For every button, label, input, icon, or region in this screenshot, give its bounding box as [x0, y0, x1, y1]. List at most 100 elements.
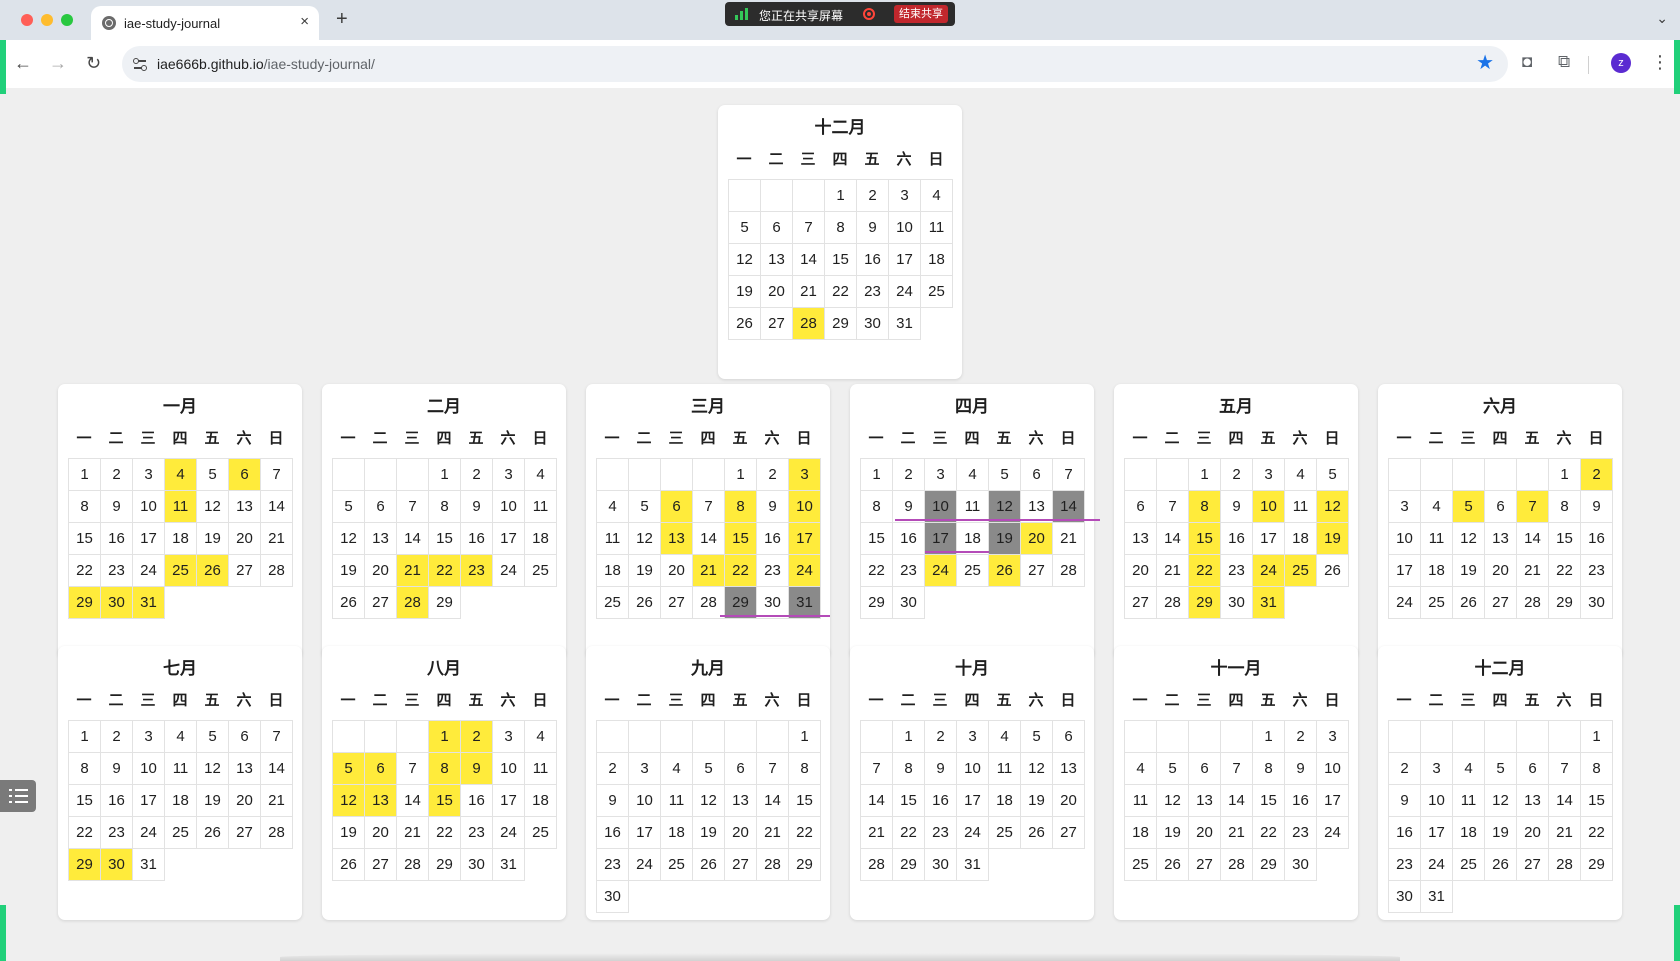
day-cell: 21: [1548, 816, 1581, 849]
day-cell: 26: [1020, 816, 1053, 849]
day-cell: 21: [1516, 554, 1549, 587]
globe-icon: [102, 16, 116, 30]
day-cell: 10: [132, 752, 165, 785]
day-grid: 1 2 3 4 5 6 7 8 9 10 11 12 13 14 15 16 17 18 19 20 21 22 23 24 2…: [1388, 458, 1613, 619]
day-cell: 7: [260, 720, 293, 753]
day-cell: 25: [524, 816, 557, 849]
weekday-header: 三: [668, 692, 684, 709]
day-cell: 16: [756, 522, 789, 555]
day-cell: 12: [628, 522, 661, 555]
day-cell: 1: [860, 458, 893, 491]
day-cell: 19: [1020, 784, 1053, 817]
weekday-header: 五: [1260, 430, 1276, 447]
day-cell: 14: [1516, 522, 1549, 555]
day-cell: 17: [1316, 784, 1349, 817]
day-cell: 12: [1316, 490, 1349, 523]
day-cell: 21: [1220, 816, 1253, 849]
day-cell: 12: [196, 490, 229, 523]
reload-button[interactable]: ↻: [86, 53, 101, 73]
day-cell: 26: [628, 586, 661, 619]
day-cell: 30: [1580, 586, 1613, 619]
day-cell: 28: [396, 848, 429, 881]
day-cell: 8: [860, 490, 893, 523]
day-cell: 27: [1124, 586, 1157, 619]
maximize-window-button[interactable]: [61, 14, 73, 26]
stop-sharing-button[interactable]: 结束共享: [894, 5, 948, 23]
weekday-header: 日: [928, 151, 944, 168]
weekday-header: 五: [732, 430, 748, 447]
empty-day-cell: [1484, 458, 1517, 491]
weekday-header: 四: [1492, 430, 1508, 447]
table-of-contents-button[interactable]: [0, 780, 36, 812]
day-cell: 19: [1316, 522, 1349, 555]
day-cell: 20: [724, 816, 757, 849]
day-cell: 8: [1580, 752, 1613, 785]
day-cell: 24: [1420, 848, 1453, 881]
day-grid: 1 2 3 4 5 6 7 8 9 10 11 12 13 14 15 16 17 18 19 20 21 22 23 24 2…: [332, 458, 557, 619]
profile-avatar[interactable]: z: [1611, 53, 1631, 73]
day-cell: 28: [260, 554, 293, 587]
day-cell: 25: [164, 554, 197, 587]
address-bar[interactable]: iae666b.github.io/iae-study-journal/ ★: [122, 46, 1508, 82]
toolbar-divider: [1588, 56, 1589, 74]
weekday-header: 四: [700, 692, 716, 709]
day-cell: 2: [596, 752, 629, 785]
camera-icon[interactable]: ◘: [1522, 52, 1532, 72]
day-cell: 14: [756, 784, 789, 817]
day-cell: 30: [100, 586, 133, 619]
site-info-icon[interactable]: [132, 56, 148, 72]
browser-tab[interactable]: iae-study-journal ×: [91, 6, 319, 40]
day-cell: 5: [1156, 752, 1189, 785]
weekday-header-row: 一二三四五六日: [1124, 690, 1348, 712]
month-card-jul: 七月一二三四五六日 1 2 3 4 5 6 7 8 9 10 11 12 13 14 15 16 17 18 19 20…: [58, 646, 302, 920]
browser-menu-button[interactable]: ⋮: [1651, 52, 1669, 72]
weekday-header: 三: [1196, 692, 1212, 709]
day-cell: 9: [596, 784, 629, 817]
streak-underline-april-week2: [895, 519, 1100, 521]
weekday-header: 五: [996, 430, 1012, 447]
day-cell: 28: [396, 586, 429, 619]
day-cell: 14: [860, 784, 893, 817]
day-cell: 29: [1252, 848, 1285, 881]
back-button[interactable]: ←: [14, 53, 32, 73]
day-cell: 26: [1452, 586, 1485, 619]
day-cell: 14: [396, 522, 429, 555]
day-cell: 26: [196, 554, 229, 587]
tab-close-button[interactable]: ×: [300, 14, 309, 30]
day-cell: 31: [132, 848, 165, 881]
day-cell: 18: [524, 784, 557, 817]
weekday-header: 三: [668, 430, 684, 447]
day-cell: 22: [68, 554, 101, 587]
day-cell: 13: [1052, 752, 1085, 785]
weekday-header: 四: [964, 430, 980, 447]
weekday-header: 六: [500, 430, 516, 447]
bookmark-star-icon[interactable]: ★: [1476, 53, 1494, 73]
day-cell: 27: [228, 816, 261, 849]
day-cell: 7: [1220, 752, 1253, 785]
weekday-header: 二: [636, 430, 652, 447]
day-cell: 22: [428, 554, 461, 587]
day-cell: 25: [956, 554, 989, 587]
new-tab-button[interactable]: +: [336, 8, 348, 30]
day-cell: 10: [888, 211, 921, 244]
tab-search-button[interactable]: ⌄: [1656, 10, 1668, 27]
day-cell: 10: [1316, 752, 1349, 785]
empty-day-cell: [792, 179, 825, 212]
month-title: 十二月: [1474, 659, 1526, 678]
day-cell: 3: [956, 720, 989, 753]
forward-button[interactable]: →: [49, 53, 67, 73]
day-grid: 1 2 3 4 5 6 7 8 9 10 11 12 13 14 15 16 17 18 19 20 21 22 23 24 2…: [68, 720, 293, 881]
weekday-header: 三: [1196, 430, 1212, 447]
day-grid: 1 2 3 4 5 6 7 8 9 10 11 12 13 14 15 16 17 18 19 20 21 22 23 24 2…: [596, 458, 821, 619]
extensions-icon[interactable]: ⧉: [1558, 52, 1570, 72]
close-window-button[interactable]: [21, 14, 33, 26]
day-cell: 20: [364, 554, 397, 587]
day-cell: 21: [260, 522, 293, 555]
empty-day-cell: [1548, 720, 1581, 753]
url-text[interactable]: iae666b.github.io/iae-study-journal/: [157, 56, 375, 72]
day-cell: 26: [988, 554, 1021, 587]
day-cell: 17: [888, 243, 921, 276]
day-cell: 16: [1284, 784, 1317, 817]
minimize-window-button[interactable]: [41, 14, 53, 26]
day-cell: 3: [1252, 458, 1285, 491]
